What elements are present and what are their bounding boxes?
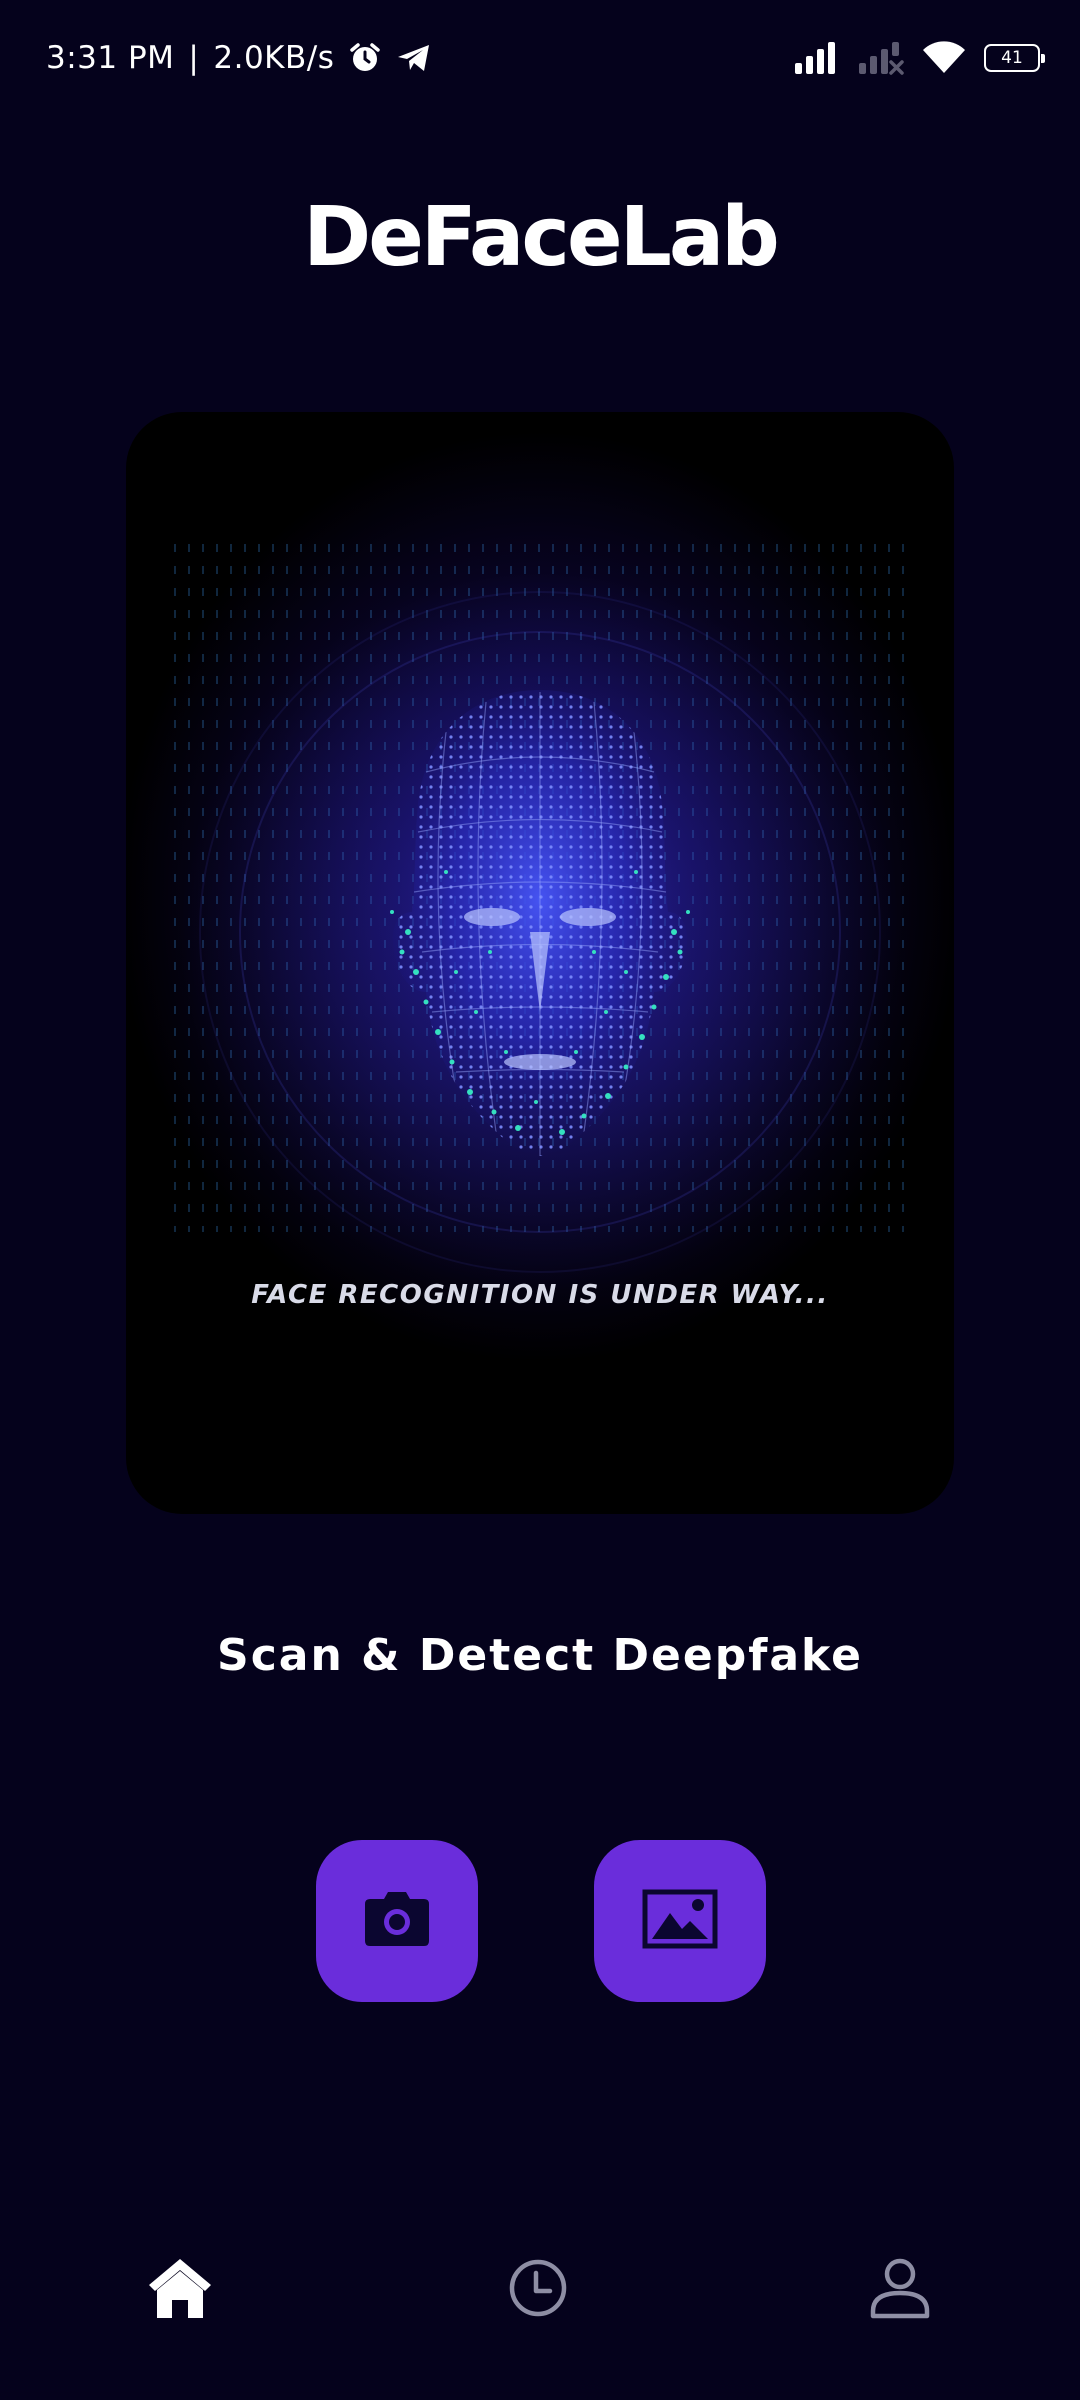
- gallery-button[interactable]: [594, 1840, 766, 2002]
- status-left: 3:31 PM | 2.0KB/s: [46, 38, 432, 78]
- bottom-navigation: [0, 2230, 1080, 2350]
- face-scan-hologram: [166, 532, 914, 1292]
- hero-image-card: FACE RECOGNITION IS UNDER WAY...: [126, 412, 954, 1514]
- camera-icon: [362, 1891, 432, 1951]
- network-speed: 2.0KB/s: [213, 40, 335, 76]
- battery-icon: 41: [984, 44, 1045, 72]
- signal-no-service-icon: [858, 41, 904, 75]
- signal-icon: [794, 41, 840, 75]
- wifi-icon: [922, 41, 966, 75]
- image-gallery-icon: [642, 1889, 718, 1953]
- home-icon: [147, 2257, 213, 2323]
- nav-profile[interactable]: [840, 2230, 960, 2350]
- telegram-icon: [396, 42, 432, 74]
- app-title: DeFaceLab: [303, 190, 780, 285]
- status-separator: |: [188, 40, 200, 76]
- hero-caption: FACE RECOGNITION IS UNDER WAY...: [251, 1280, 829, 1310]
- status-time: 3:31 PM: [46, 40, 175, 76]
- status-right: 41: [794, 36, 1045, 80]
- status-bar: 3:31 PM | 2.0KB/s 41: [0, 0, 1080, 116]
- scan-detect-heading: Scan & Detect Deepfake: [217, 1630, 863, 1681]
- history-clock-icon: [508, 2258, 568, 2322]
- nav-home[interactable]: [120, 2230, 240, 2350]
- camera-button[interactable]: [316, 1840, 478, 2002]
- nav-history[interactable]: [478, 2230, 598, 2350]
- alarm-icon: [348, 41, 382, 75]
- profile-icon: [870, 2257, 930, 2323]
- battery-level: 41: [1001, 48, 1023, 68]
